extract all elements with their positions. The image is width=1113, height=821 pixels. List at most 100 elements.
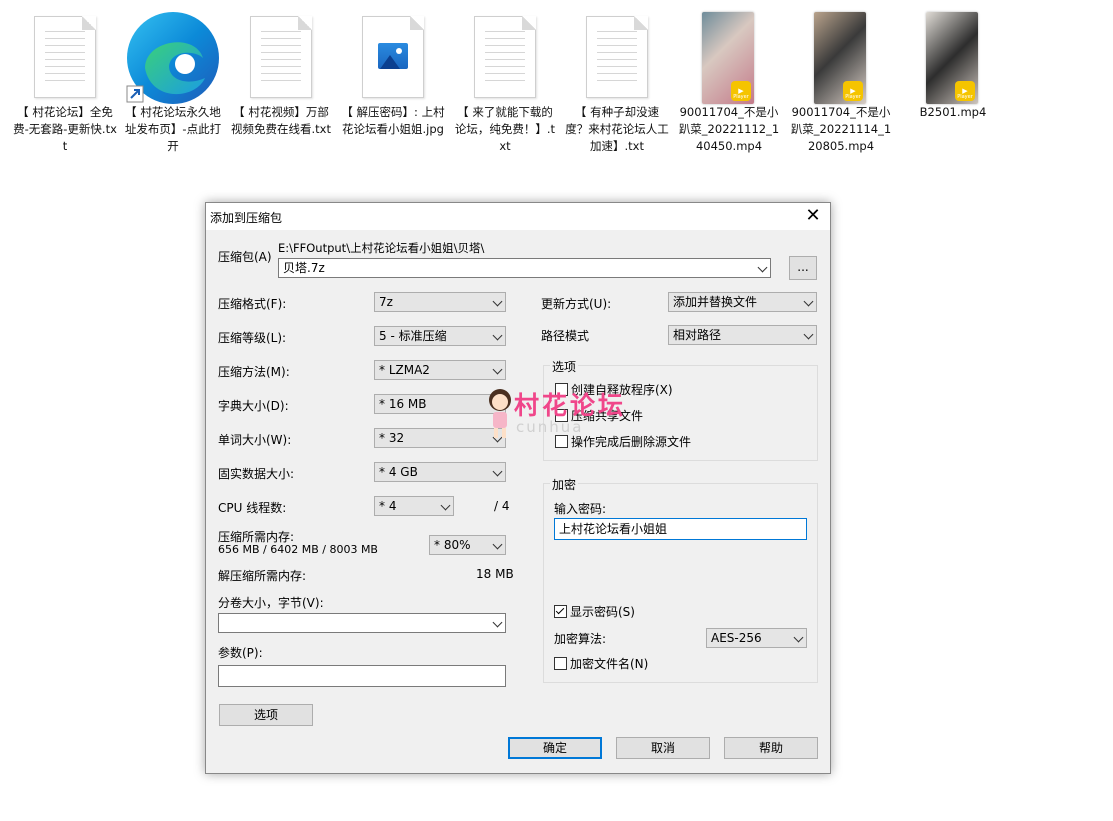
desktop-item-edge[interactable]: 【 村花论坛永久地址发布页】-点此打开 xyxy=(120,8,226,155)
method-select[interactable]: * LZMA2 xyxy=(374,360,506,380)
file-page xyxy=(586,16,648,98)
cpu-max: / 4 xyxy=(494,499,510,513)
video-file-icon: ▶ Player xyxy=(900,8,1006,104)
params-input[interactable] xyxy=(218,665,506,687)
chevron-down-icon xyxy=(492,398,503,409)
player-badge-icon: ▶ Player xyxy=(955,81,975,101)
level-label: 压缩等级(L): xyxy=(218,331,287,345)
dict-value: * 16 MB xyxy=(379,397,427,411)
desktop-item-txt[interactable]: 【 有种子却没速度？来村花论坛人工加速】.txt xyxy=(564,8,670,155)
desktop-item-video[interactable]: ▶ Player B2501.mp4 xyxy=(900,8,1006,121)
chevron-down-icon xyxy=(803,296,814,307)
text-file-icon xyxy=(228,8,334,104)
archive-name-combo[interactable]: 贝塔.7z xyxy=(278,258,771,278)
chevron-down-icon xyxy=(492,364,503,375)
update-label: 更新方式(U): xyxy=(541,297,612,311)
desktop-item-txt[interactable]: 【 村花视频】万部视频免费在线看.txt xyxy=(228,8,334,138)
solid-label: 固实数据大小: xyxy=(218,467,295,481)
desktop-item-jpg[interactable]: 【 解压密码】: 上村花论坛看小姐姐.jpg xyxy=(340,8,446,138)
archive-name: 贝塔.7z xyxy=(283,261,325,275)
password-input[interactable]: 上村花论坛看小姐姐 xyxy=(554,518,807,540)
sfx-checkbox[interactable]: 创建自释放程序(X) xyxy=(555,382,673,398)
show-password-label: 显示密码(S) xyxy=(570,605,635,619)
decompress-memory-label: 解压缩所需内存: xyxy=(218,569,307,583)
update-select[interactable]: 添加并替换文件 xyxy=(668,292,817,312)
file-page xyxy=(250,16,312,98)
dict-select[interactable]: * 16 MB xyxy=(374,394,506,414)
options-button[interactable]: 选项 xyxy=(219,704,313,726)
desktop-item-video[interactable]: ▶ Player 90011704_不是小趴菜_20221112_140450.mp… xyxy=(676,8,782,155)
text-file-icon xyxy=(564,8,670,104)
video-thumbnail: ▶ Player xyxy=(702,12,754,104)
method-value: * LZMA2 xyxy=(379,363,430,377)
video-file-icon: ▶ Player xyxy=(788,8,894,104)
cancel-button[interactable]: 取消 xyxy=(616,737,710,759)
dialog-titlebar[interactable]: 添加到压缩包 ✕ xyxy=(206,203,830,231)
algo-select[interactable]: AES-256 xyxy=(706,628,807,648)
browse-button[interactable]: ... xyxy=(789,256,817,280)
algo-value: AES-256 xyxy=(711,631,762,645)
word-label: 单词大小(W): xyxy=(218,433,292,447)
chevron-down-icon xyxy=(492,330,503,341)
encrypt-names-label: 加密文件名(N) xyxy=(570,657,649,671)
image-file-icon xyxy=(340,8,446,104)
solid-select[interactable]: * 4 GB xyxy=(374,462,506,482)
encrypt-names-checkbox[interactable]: 加密文件名(N) xyxy=(554,656,648,672)
format-value: 7z xyxy=(379,295,393,309)
options-group: 选项 创建自释放程序(X) 压缩共享文件 操作完成后删除源文件 xyxy=(543,358,818,461)
chevron-down-icon xyxy=(492,432,503,443)
word-value: * 32 xyxy=(379,431,405,445)
split-select[interactable] xyxy=(218,613,506,633)
chevron-down-icon xyxy=(793,632,804,643)
desktop-item-txt[interactable]: 【 村花论坛】全免费-无套路-更新快.txt xyxy=(12,8,118,155)
video-thumbnail: ▶ Player xyxy=(926,12,978,104)
add-to-archive-dialog: 添加到压缩包 ✕ 压缩包(A) E:\FFOutput\上村花论坛看小姐姐\贝塔… xyxy=(205,202,831,774)
video-file-icon: ▶ Player xyxy=(676,8,782,104)
chevron-down-icon xyxy=(492,296,503,307)
delete-after-checkbox[interactable]: 操作完成后删除源文件 xyxy=(555,434,691,450)
show-password-checkbox[interactable]: 显示密码(S) xyxy=(554,604,635,620)
player-badge-text: Player xyxy=(733,94,749,100)
player-badge-icon: ▶ Player xyxy=(843,81,863,101)
desktop-item-video[interactable]: ▶ Player 90011704_不是小趴菜_20221114_120805.mp… xyxy=(788,8,894,155)
text-file-icon xyxy=(452,8,558,104)
path-select[interactable]: 相对路径 xyxy=(668,325,817,345)
desktop-item-label: 【 解压密码】: 上村花论坛看小姐姐.jpg xyxy=(341,105,445,136)
desktop-item-label: 【 来了就能下载的论坛，纯免费！】.txt xyxy=(454,105,556,153)
desktop-item-label: 【 有种子却没速度？来村花论坛人工加速】.txt xyxy=(565,105,669,153)
dict-label: 字典大小(D): xyxy=(218,399,289,413)
desktop-item-label: 【 村花视频】万部视频免费在线看.txt xyxy=(231,105,331,136)
level-value: 5 - 标准压缩 xyxy=(379,329,447,343)
params-label: 参数(P): xyxy=(218,646,263,660)
chevron-down-icon xyxy=(440,500,451,511)
format-label: 压缩格式(F): xyxy=(218,297,287,311)
archive-label: 压缩包(A) xyxy=(218,250,272,264)
shared-checkbox[interactable]: 压缩共享文件 xyxy=(555,408,643,424)
checkbox-icon xyxy=(555,383,568,396)
encryption-group: 加密 输入密码: 上村花论坛看小姐姐 显示密码(S) 加密算法: AES-256… xyxy=(543,476,818,683)
options-group-title: 选项 xyxy=(550,358,579,375)
help-button[interactable]: 帮助 xyxy=(724,737,818,759)
file-page xyxy=(362,16,424,98)
player-badge-text: Player xyxy=(845,94,861,100)
close-icon[interactable]: ✕ xyxy=(802,205,824,227)
path-label: 路径模式 xyxy=(541,329,590,343)
level-select[interactable]: 5 - 标准压缩 xyxy=(374,326,506,346)
desktop-item-label: 90011704_不是小趴菜_20221112_140450.mp4 xyxy=(678,105,780,153)
format-select[interactable]: 7z xyxy=(374,292,506,312)
desktop-item-label: 90011704_不是小趴菜_20221114_120805.mp4 xyxy=(790,105,892,153)
word-select[interactable]: * 32 xyxy=(374,428,506,448)
memory-percent-select[interactable]: * 80% xyxy=(429,535,506,555)
file-page xyxy=(474,16,536,98)
ok-button[interactable]: 确定 xyxy=(508,737,602,759)
dialog-title: 添加到压缩包 xyxy=(210,211,283,225)
checkbox-checked-icon xyxy=(554,605,567,618)
file-page xyxy=(34,16,96,98)
cpu-select[interactable]: * 4 xyxy=(374,496,454,516)
chevron-down-icon xyxy=(803,329,814,340)
video-thumbnail: ▶ Player xyxy=(814,12,866,104)
desktop-item-txt[interactable]: 【 来了就能下载的论坛，纯免费！】.txt xyxy=(452,8,558,155)
cpu-label: CPU 线程数: xyxy=(218,501,287,515)
algo-label: 加密算法: xyxy=(554,632,607,646)
update-value: 添加并替换文件 xyxy=(673,295,758,309)
